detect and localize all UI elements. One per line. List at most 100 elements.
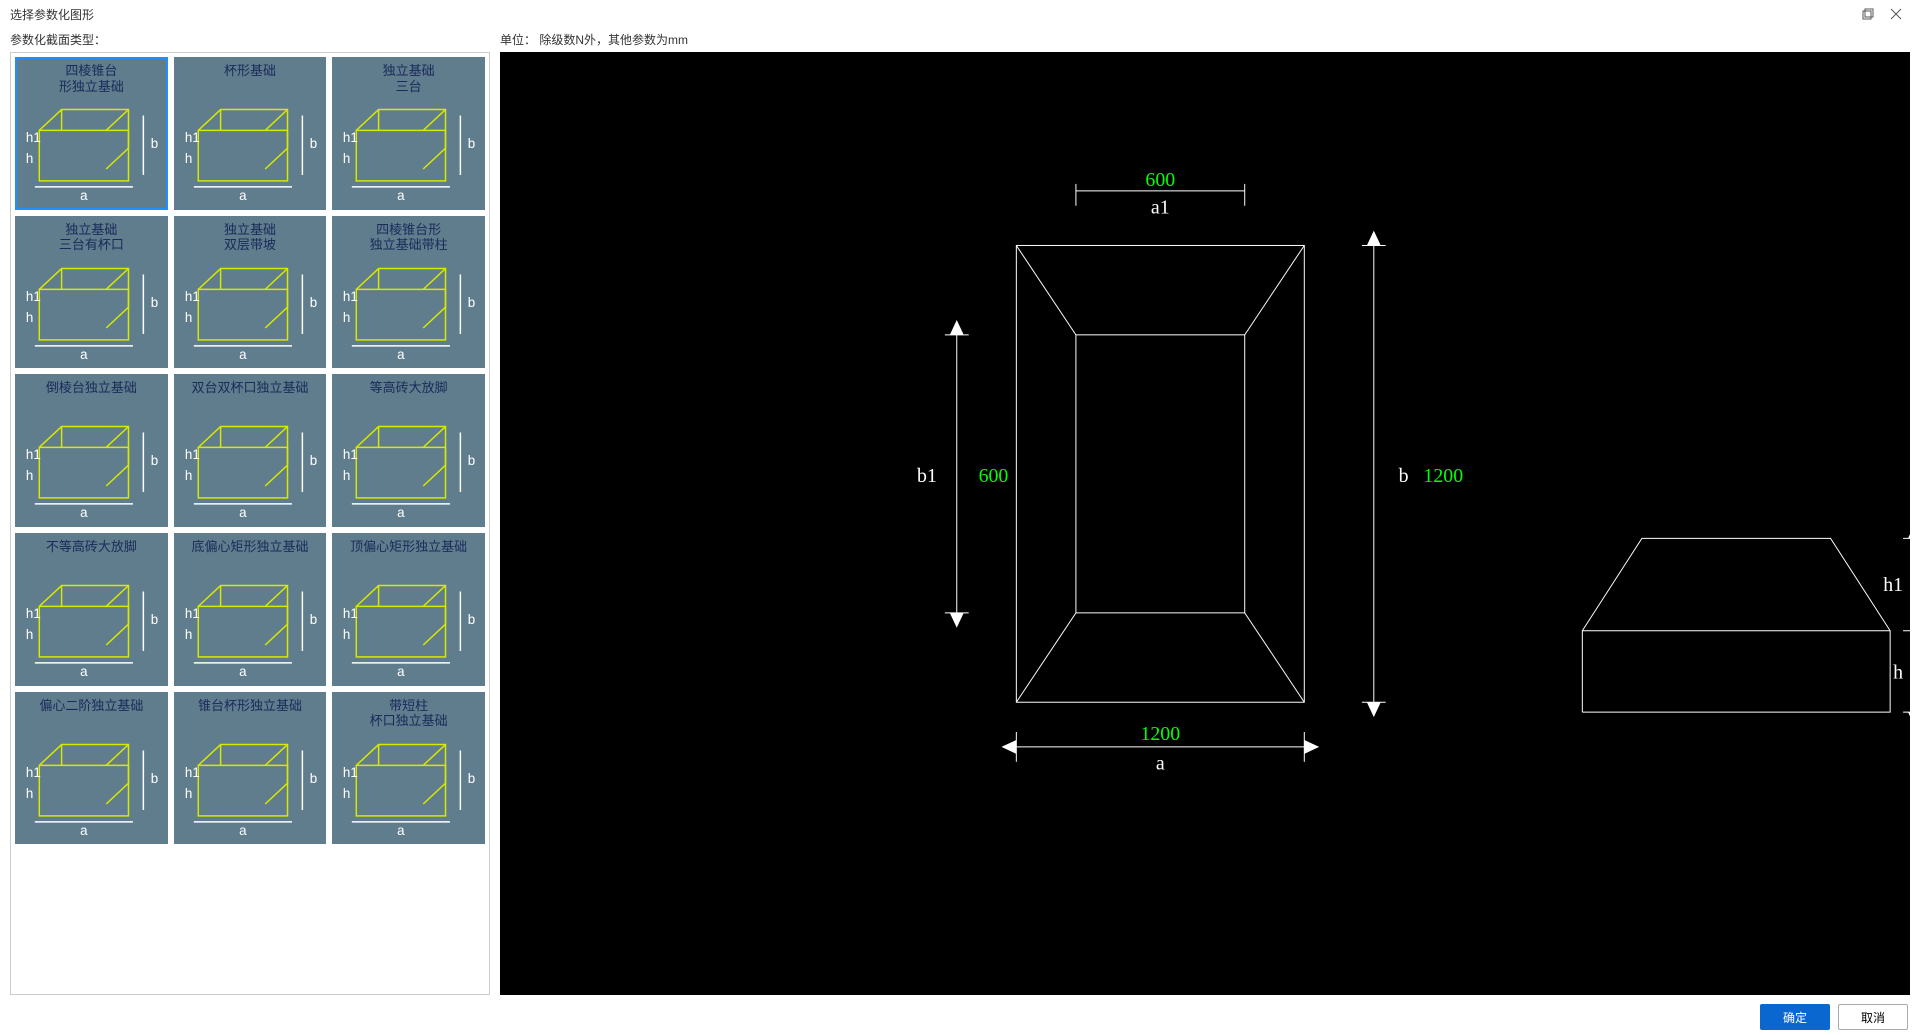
- thumb-frustum-cup[interactable]: 锥台杯形独立基础 a b h1 h: [174, 692, 327, 845]
- svg-text:b: b: [151, 295, 158, 310]
- svg-text:h1: h1: [185, 289, 200, 304]
- section-type-label: 参数化截面类型：: [10, 28, 490, 52]
- preview-canvas: 600 a1 1200 a b1: [500, 52, 1910, 995]
- dim-b-label: b: [1399, 465, 1409, 487]
- svg-text:a: a: [398, 347, 406, 362]
- svg-text:h: h: [343, 786, 350, 801]
- cancel-button[interactable]: 取消: [1838, 1004, 1908, 1030]
- svg-text:h: h: [26, 310, 33, 325]
- thumb-bottom-eccentric-rect[interactable]: 底偏心矩形独立基础 a b h1 h: [174, 533, 327, 686]
- svg-text:h: h: [343, 627, 350, 642]
- thumb-frustum-foundation[interactable]: 四棱锥台形独立基础 a b h1 h: [15, 57, 168, 210]
- svg-text:b: b: [309, 771, 316, 786]
- svg-text:h: h: [185, 786, 192, 801]
- dim-a1-value: 600: [1145, 169, 1175, 191]
- svg-text:h1: h1: [185, 130, 200, 145]
- svg-text:h: h: [185, 310, 192, 325]
- thumbs-grid: 四棱锥台形独立基础 a b h1 h 杯形基础 a b h1 h 独立基础三台 …: [15, 57, 485, 844]
- svg-text:h: h: [26, 151, 33, 166]
- plan-view: 600 a1 1200 a b1: [917, 169, 1463, 775]
- svg-text:h1: h1: [26, 448, 41, 463]
- svg-text:b: b: [309, 454, 316, 469]
- svg-text:a: a: [239, 823, 247, 838]
- thumb-frustum-with-column[interactable]: 四棱锥台形独立基础带柱 a b h1 h: [332, 216, 485, 369]
- svg-text:h: h: [185, 627, 192, 642]
- svg-text:b: b: [468, 612, 475, 627]
- svg-text:b: b: [468, 295, 475, 310]
- thumb-indep-3step-cup[interactable]: 独立基础三台有杯口 a b h1 h: [15, 216, 168, 369]
- svg-text:a: a: [80, 188, 88, 203]
- dim-h1-label: h1: [1883, 574, 1903, 596]
- footer: 确定 取消: [0, 999, 1920, 1035]
- dim-a-label: a: [1156, 753, 1165, 775]
- svg-text:b: b: [468, 771, 475, 786]
- svg-text:h1: h1: [343, 289, 358, 304]
- svg-text:a: a: [398, 664, 406, 679]
- svg-text:h1: h1: [343, 606, 358, 621]
- svg-text:a: a: [80, 823, 88, 838]
- svg-text:h1: h1: [26, 765, 41, 780]
- svg-text:h1: h1: [26, 130, 41, 145]
- svg-text:a: a: [80, 347, 88, 362]
- preview-svg: 600 a1 1200 a b1: [500, 52, 1910, 995]
- svg-text:h: h: [343, 310, 350, 325]
- window-title: 选择参数化图形: [10, 6, 94, 23]
- svg-text:b: b: [309, 612, 316, 627]
- right-panel: 单位： 除级数N外，其他参数为mm: [500, 28, 1910, 995]
- svg-text:a: a: [239, 188, 247, 203]
- svg-text:b: b: [151, 612, 158, 627]
- thumb-double-cup[interactable]: 双台双杯口独立基础 a b h1 h: [174, 374, 327, 527]
- svg-text:h1: h1: [26, 606, 41, 621]
- svg-text:b: b: [151, 136, 158, 151]
- svg-text:a: a: [398, 823, 406, 838]
- svg-text:b: b: [309, 295, 316, 310]
- svg-text:a: a: [239, 347, 247, 362]
- thumb-indep-3step[interactable]: 独立基础三台 a b h1 h: [332, 57, 485, 210]
- svg-text:h1: h1: [185, 765, 200, 780]
- thumb-eccentric-2step[interactable]: 偏心二阶独立基础 a b h1 h: [15, 692, 168, 845]
- dim-b1-label: b1: [917, 465, 937, 487]
- svg-text:a: a: [80, 506, 88, 521]
- svg-text:h1: h1: [343, 448, 358, 463]
- svg-text:h1: h1: [26, 289, 41, 304]
- svg-text:b: b: [309, 136, 316, 151]
- svg-text:h: h: [26, 627, 33, 642]
- svg-text:b: b: [468, 454, 475, 469]
- ok-button[interactable]: 确定: [1760, 1004, 1830, 1030]
- svg-text:b: b: [151, 771, 158, 786]
- svg-text:h1: h1: [343, 765, 358, 780]
- svg-text:a: a: [398, 188, 406, 203]
- svg-text:a: a: [80, 664, 88, 679]
- thumb-cup-foundation[interactable]: 杯形基础 a b h1 h: [174, 57, 327, 210]
- svg-text:b: b: [468, 136, 475, 151]
- thumb-unequal-brick-footing[interactable]: 不等高砖大放脚 a b h1 h: [15, 533, 168, 686]
- dim-a-value: 1200: [1140, 723, 1180, 745]
- close-button[interactable]: [1882, 4, 1910, 24]
- thumb-indep-2layer-slope[interactable]: 独立基础双层带坡 a b h1 h: [174, 216, 327, 369]
- svg-text:a: a: [239, 506, 247, 521]
- svg-text:h: h: [343, 151, 350, 166]
- thumb-inverted-frustum[interactable]: 倒棱台独立基础 a b h1 h: [15, 374, 168, 527]
- left-panel: 参数化截面类型： 四棱锥台形独立基础 a b h1 h 杯形基础 a b h1 …: [10, 28, 490, 995]
- unit-label: 单位： 除级数N外，其他参数为mm: [500, 28, 1910, 52]
- restore-button[interactable]: [1854, 4, 1882, 24]
- thumbs-container: 四棱锥台形独立基础 a b h1 h 杯形基础 a b h1 h 独立基础三台 …: [10, 52, 490, 995]
- thumb-equal-brick-footing[interactable]: 等高砖大放脚 a b h1 h: [332, 374, 485, 527]
- svg-text:h: h: [26, 786, 33, 801]
- svg-text:h1: h1: [343, 130, 358, 145]
- svg-text:h1: h1: [185, 448, 200, 463]
- elevation-view: h1 600 h 600: [1582, 524, 1910, 728]
- svg-text:h: h: [185, 468, 192, 483]
- thumb-short-col-cup[interactable]: 带短柱杯口独立基础 a b h1 h: [332, 692, 485, 845]
- svg-text:h1: h1: [185, 606, 200, 621]
- svg-text:a: a: [398, 506, 406, 521]
- dim-b-value: 1200: [1423, 465, 1463, 487]
- svg-text:a: a: [239, 664, 247, 679]
- dim-a1-label: a1: [1151, 197, 1170, 219]
- titlebar: 选择参数化图形: [0, 0, 1920, 28]
- dim-b1-value: 600: [979, 465, 1009, 487]
- svg-text:h: h: [343, 468, 350, 483]
- svg-text:b: b: [151, 454, 158, 469]
- dim-h-label: h: [1893, 661, 1903, 683]
- thumb-top-eccentric-rect[interactable]: 顶偏心矩形独立基础 a b h1 h: [332, 533, 485, 686]
